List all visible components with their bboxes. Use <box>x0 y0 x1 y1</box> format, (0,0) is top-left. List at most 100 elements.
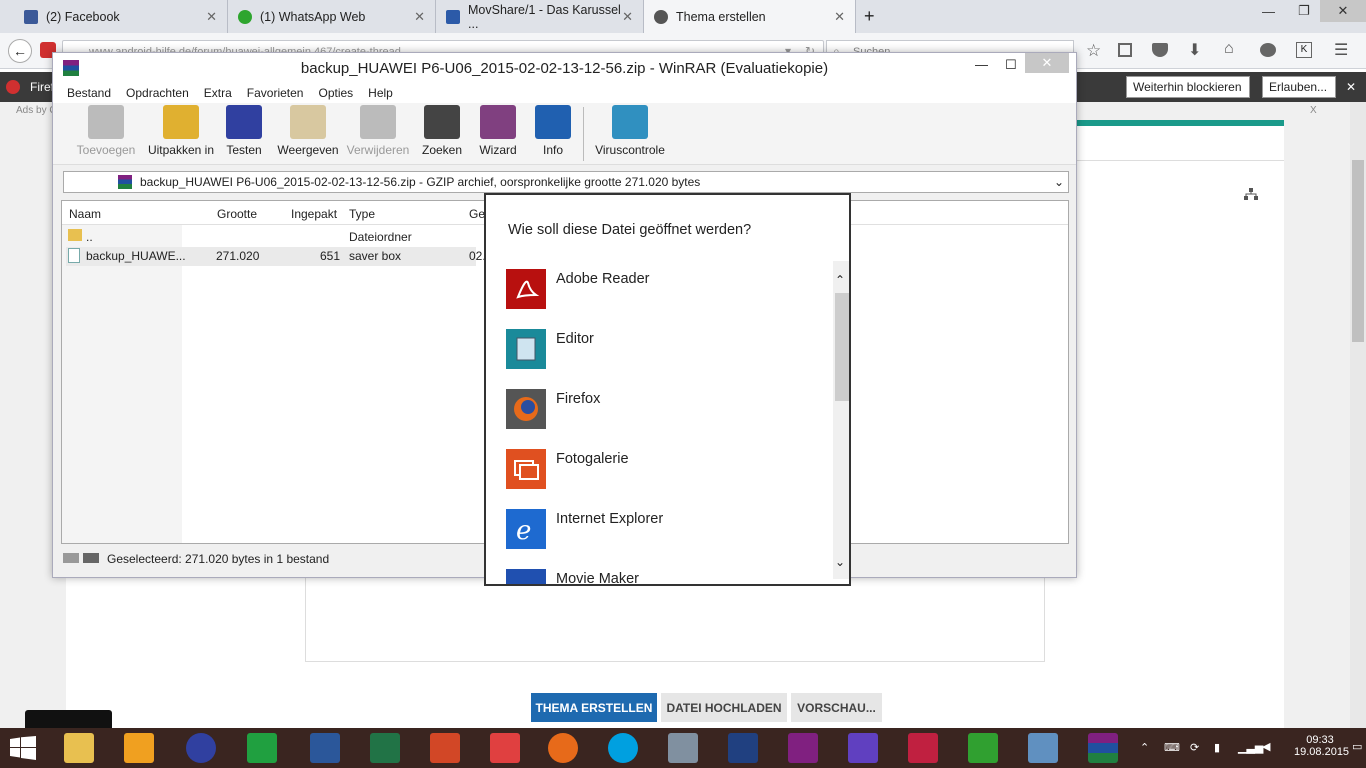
xbox-icon[interactable] <box>968 733 998 763</box>
app-icon[interactable] <box>728 733 758 763</box>
close-icon[interactable]: ✕ <box>414 9 425 25</box>
table-row[interactable]: backup_HUAWE... 271.020 651 saver box 02… <box>66 247 486 266</box>
menu-opdrachten[interactable]: Opdrachten <box>126 86 189 100</box>
firefox-taskbar-icon[interactable] <box>548 733 578 763</box>
column-name[interactable]: Naam <box>69 207 101 221</box>
file-explorer-icon[interactable] <box>64 733 94 763</box>
create-thread-button[interactable]: THEMA ERSTELLEN <box>531 693 657 722</box>
app-fotogalerie[interactable]: Fotogalerie <box>506 449 806 489</box>
column-type[interactable]: Type <box>349 207 375 221</box>
tab-facebook[interactable]: (2) Facebook ✕ <box>14 0 228 33</box>
tray-volume-icon[interactable]: ◀ <box>1262 740 1270 753</box>
editor-area[interactable] <box>305 576 1045 662</box>
menu-bestand[interactable]: Bestand <box>67 86 111 100</box>
network-icon[interactable] <box>668 733 698 763</box>
page-scrollbar-thumb[interactable] <box>1352 160 1364 342</box>
tab-movshare[interactable]: MovShare/1 - Das Karussel ... ✕ <box>436 0 644 33</box>
tab-thema-erstellen[interactable]: Thema erstellen ✕ <box>644 0 856 33</box>
pony-icon[interactable] <box>848 733 878 763</box>
tray-sync-icon[interactable]: ⟳ <box>1190 741 1199 754</box>
photos-icon[interactable] <box>1028 733 1058 763</box>
home-icon[interactable]: ⌂ <box>1224 40 1234 58</box>
notification-close-icon[interactable]: ✕ <box>1346 80 1356 94</box>
info-button[interactable]: Info <box>520 105 586 157</box>
ads-close-icon[interactable]: X <box>1310 105 1317 116</box>
powerpoint-icon[interactable] <box>430 733 460 763</box>
toolbar-label: Verwijderen <box>346 143 410 157</box>
menu-help[interactable]: Help <box>368 86 393 100</box>
clock-time: 09:33 <box>1306 734 1334 746</box>
back-icon[interactable]: ← <box>8 39 32 63</box>
close-icon[interactable]: ✕ <box>206 9 217 25</box>
extract-to-button[interactable]: Uitpakken in <box>147 105 215 157</box>
bookmark-star-icon[interactable]: ☆ <box>1086 41 1101 61</box>
app-internet-explorer[interactable]: e Internet Explorer <box>506 509 806 549</box>
menu-extra[interactable]: Extra <box>204 86 232 100</box>
add-button[interactable]: Toevoegen <box>73 105 139 157</box>
new-tab-button[interactable]: + <box>864 6 875 27</box>
dialog-scrollbar-thumb[interactable] <box>835 293 849 401</box>
archive-path-bar[interactable]: backup_HUAWEI P6-U06_2015-02-02-13-12-56… <box>63 171 1069 193</box>
minimize-icon[interactable]: — <box>1262 4 1275 19</box>
row-type: saver box <box>349 249 402 263</box>
winrar-taskbar-icon[interactable] <box>1088 733 1118 763</box>
app-editor[interactable]: Editor <box>506 329 806 369</box>
headphones-icon[interactable] <box>186 733 216 763</box>
window-close-icon[interactable]: ✕ <box>1320 0 1366 22</box>
minimize-icon[interactable]: — <box>975 57 988 72</box>
view-button[interactable]: Weergeven <box>275 105 341 157</box>
tray-keyboard-icon[interactable]: ⌨ <box>1164 741 1180 754</box>
menu-icon[interactable]: ☰ <box>1334 40 1348 60</box>
camera-icon[interactable] <box>908 733 938 763</box>
toolbar-label: Uitpakken in <box>147 143 215 157</box>
close-icon[interactable]: ✕ <box>622 9 633 25</box>
start-button[interactable] <box>10 736 36 763</box>
lab-icon[interactable] <box>788 733 818 763</box>
test-button[interactable]: Testen <box>211 105 277 157</box>
chevron-down-icon[interactable]: ⌄ <box>1054 175 1064 189</box>
column-size[interactable]: Grootte <box>217 207 257 221</box>
app-adobe-reader[interactable]: Adobe Reader <box>506 269 806 309</box>
health-icon[interactable] <box>490 733 520 763</box>
clock[interactable]: 09:33 19.08.2015 <box>1294 734 1349 758</box>
column-modified[interactable]: Ge <box>469 207 485 221</box>
app-name: Internet Explorer <box>556 511 664 527</box>
scroll-down-icon[interactable]: ⌄ <box>835 555 845 569</box>
keep-blocking-button[interactable]: Weiterhin blockieren <box>1126 76 1250 98</box>
reading-list-icon[interactable] <box>1118 43 1132 57</box>
tray-signal-icon[interactable]: ▁▃▅ <box>1238 741 1263 754</box>
preview-button[interactable]: VORSCHAU... <box>791 693 882 722</box>
upload-file-button[interactable]: DATEI HOCHLADEN <box>661 693 787 722</box>
floating-widget[interactable] <box>25 710 112 728</box>
winrar-close-icon[interactable]: ✕ <box>1025 53 1069 73</box>
download-icon[interactable]: ⬇ <box>1188 40 1201 60</box>
folder-icon <box>68 229 82 241</box>
app-movie-maker[interactable]: Movie Maker <box>506 569 806 584</box>
tray-arrow-icon[interactable]: ⌃ <box>1140 741 1149 754</box>
column-packed[interactable]: Ingepakt <box>291 207 337 221</box>
virus-scan-button[interactable]: Viruscontrole <box>591 105 669 157</box>
restore-icon[interactable]: ❐ <box>1298 3 1310 19</box>
maximize-icon[interactable]: ☐ <box>1005 57 1017 73</box>
sitemap-icon[interactable] <box>1244 188 1258 200</box>
close-icon[interactable]: ✕ <box>834 9 845 25</box>
table-row[interactable]: .. Dateiordner <box>66 228 476 247</box>
teal-accent-bar <box>1076 120 1284 126</box>
skype-icon[interactable] <box>608 733 638 763</box>
excel-icon[interactable] <box>370 733 400 763</box>
menu-opties[interactable]: Opties <box>318 86 353 100</box>
extension-k-icon[interactable]: K <box>1296 42 1312 58</box>
word-icon[interactable] <box>310 733 340 763</box>
media-player-icon[interactable] <box>124 733 154 763</box>
delete-button[interactable]: Verwijderen <box>345 105 411 157</box>
store-icon[interactable] <box>247 733 277 763</box>
allow-button[interactable]: Erlauben... <box>1262 76 1336 98</box>
tab-whatsapp[interactable]: (1) WhatsApp Web ✕ <box>228 0 436 33</box>
scroll-up-icon[interactable]: ⌃ <box>835 273 845 287</box>
tray-notification-icon[interactable]: ▭ <box>1352 740 1362 753</box>
chat-icon[interactable] <box>1260 43 1276 57</box>
tray-battery-icon[interactable]: ▮ <box>1214 741 1220 754</box>
menu-favorieten[interactable]: Favorieten <box>247 86 304 100</box>
app-firefox[interactable]: Firefox <box>506 389 806 429</box>
winrar-icon <box>63 60 79 76</box>
